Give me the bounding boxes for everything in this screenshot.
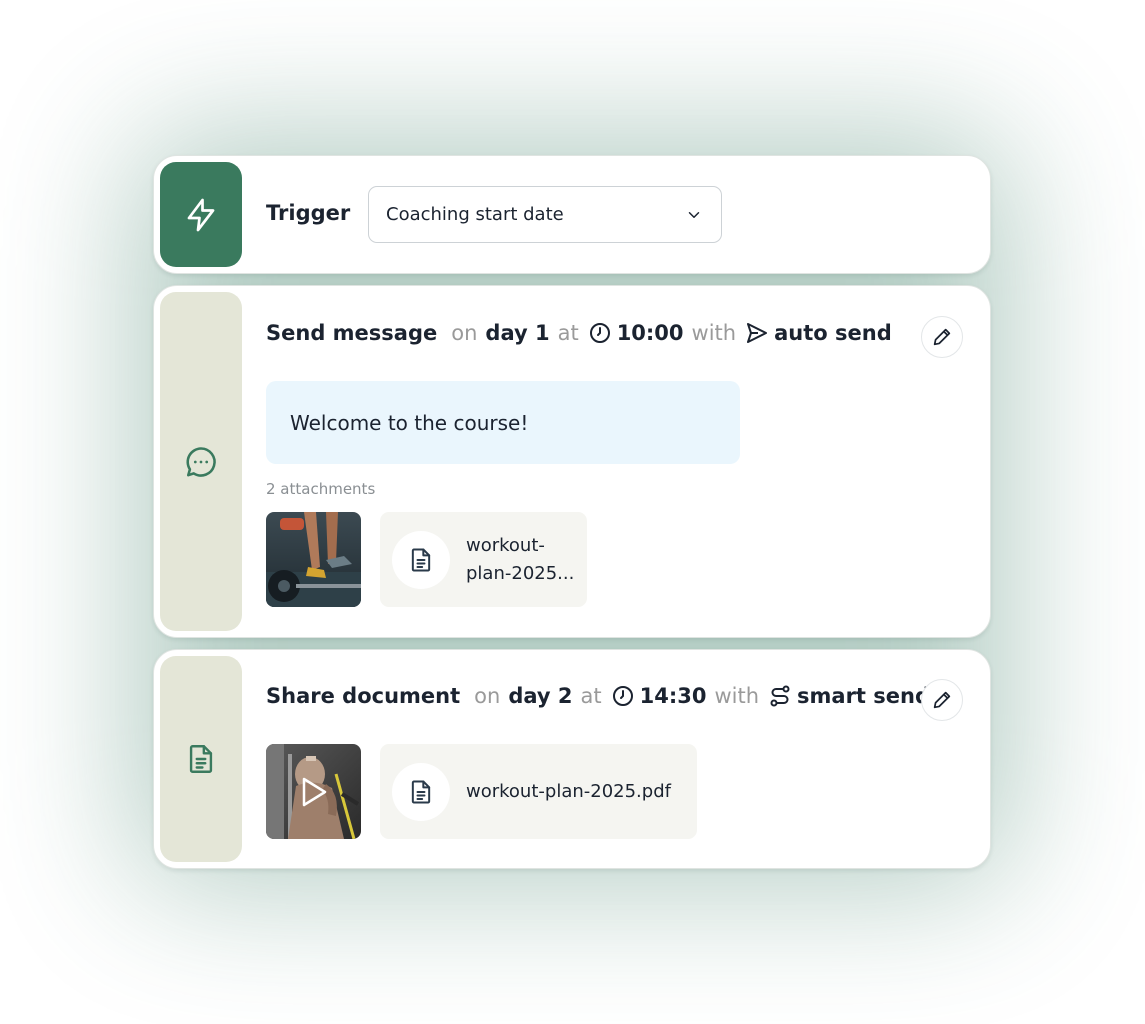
step-day: day 1: [485, 321, 550, 345]
attachment-video-thumbnail[interactable]: [266, 744, 361, 839]
pencil-icon: [933, 691, 951, 709]
attachment-image-thumbnail[interactable]: [266, 512, 361, 607]
attachment-file-chip[interactable]: workout- plan-2025...: [380, 512, 587, 607]
document-side-panel: [160, 656, 242, 862]
step-action: Share document: [266, 684, 461, 708]
attachments-count: 2 attachments: [266, 480, 376, 498]
step-day: day 2: [508, 684, 573, 708]
with-label: with: [714, 684, 760, 708]
message-side-panel: [160, 292, 242, 631]
document-icon: [411, 548, 431, 571]
message-bubble: Welcome to the course!: [266, 381, 740, 464]
at-label: at: [557, 321, 579, 345]
send-message-card: Send message on day 1 at 10:00 with auto…: [153, 285, 991, 638]
at-label: at: [580, 684, 602, 708]
file-name-line1: workout-: [466, 534, 545, 556]
file-icon-circle: [392, 762, 450, 821]
lightning-icon: [187, 198, 215, 231]
step-header: Send message on day 1 at 10:00 with auto…: [266, 321, 892, 345]
clock-icon: [588, 321, 612, 345]
step-mode: smart send: [797, 684, 930, 708]
play-icon: [302, 777, 327, 807]
chat-bubble-icon: [186, 446, 216, 477]
attachment-file-chip[interactable]: workout-plan-2025.pdf: [380, 744, 697, 839]
file-name: workout-plan-2025.pdf: [466, 780, 671, 802]
on-label: on: [474, 684, 501, 708]
trigger-select-value: Coaching start date: [386, 204, 564, 225]
on-label: on: [451, 321, 478, 345]
share-document-card: Share document on day 2 at 14:30 with sm…: [153, 649, 991, 869]
chevron-down-icon: [688, 211, 700, 218]
step-header: Share document on day 2 at 14:30 with sm…: [266, 684, 930, 708]
send-icon: [745, 321, 769, 345]
trigger-side-panel: [160, 162, 242, 267]
trigger-select[interactable]: Coaching start date: [368, 186, 722, 243]
document-icon: [189, 745, 213, 773]
file-name: workout- plan-2025...: [466, 532, 574, 588]
step-mode: auto send: [774, 321, 892, 345]
with-label: with: [691, 321, 737, 345]
clock-icon: [611, 684, 635, 708]
edit-button[interactable]: [921, 679, 963, 721]
step-time: 14:30: [639, 684, 707, 708]
trigger-label: Trigger: [266, 201, 351, 225]
document-icon: [411, 780, 431, 803]
file-name-line2: plan-2025...: [466, 562, 575, 584]
file-icon-circle: [392, 530, 450, 589]
pencil-icon: [933, 328, 951, 346]
step-action: Send message: [266, 321, 438, 345]
edit-button[interactable]: [921, 316, 963, 358]
route-icon: [768, 684, 792, 708]
trigger-card: Trigger Coaching start date: [153, 155, 991, 274]
step-time: 10:00: [616, 321, 684, 345]
